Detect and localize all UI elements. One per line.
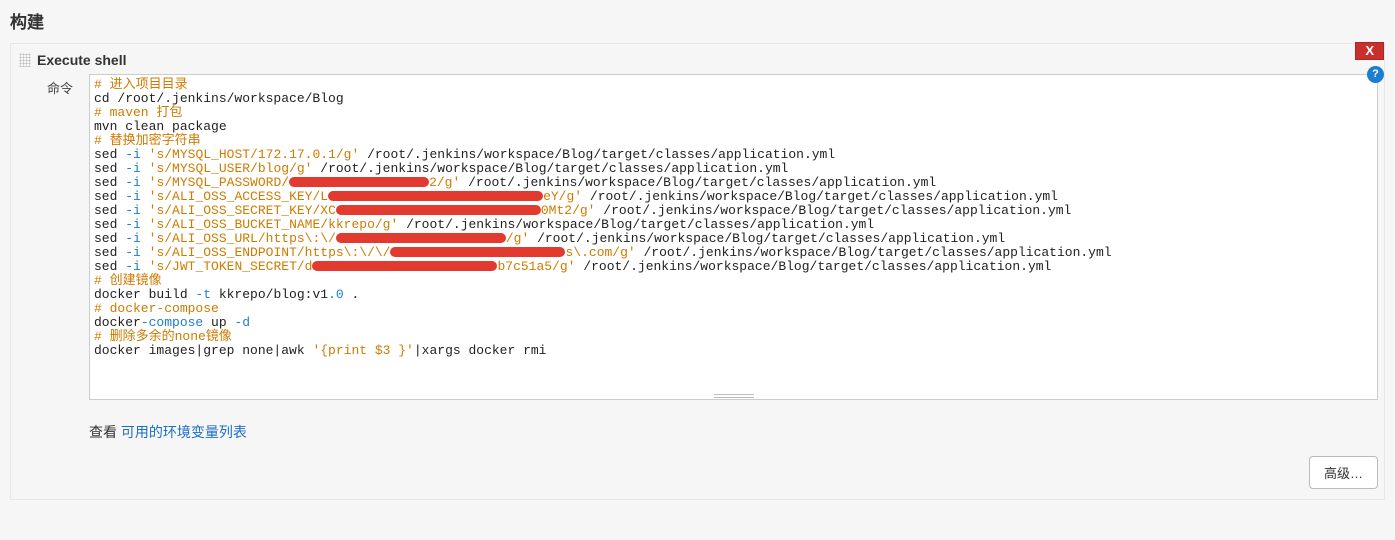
delete-step-button[interactable]: X [1355, 42, 1384, 60]
code-line: # 替换加密字符串 [94, 134, 1373, 148]
redacted-secret [312, 261, 497, 271]
code-line: sed -i 's/MYSQL_HOST/172.17.0.1/g' /root… [94, 148, 1373, 162]
code-line: # maven 打包 [94, 106, 1373, 120]
code-line: docker build -t kkrepo/blog:v1.0 . [94, 288, 1373, 302]
help-icon[interactable]: ? [1367, 66, 1384, 83]
builder-title: Execute shell [37, 52, 127, 68]
env-vars-link[interactable]: 可用的环境变量列表 [121, 424, 247, 440]
code-line: # 删除多余的none镜像 [94, 330, 1373, 344]
code-line: # docker-compose [94, 302, 1373, 316]
help-prefix: 查看 [89, 424, 121, 440]
code-line: sed -i 's/MYSQL_PASSWORD/2/g' /root/.jen… [94, 176, 1373, 190]
code-line: sed -i 's/ALI_OSS_ENDPOINT/https\:\/\/s\… [94, 246, 1373, 260]
build-section: 构建 X ? Execute shell 命令 # 进入项目目录cd /root… [0, 0, 1395, 510]
advanced-button[interactable]: 高级… [1309, 456, 1378, 489]
env-vars-help: 查看 可用的环境变量列表 [89, 422, 1378, 442]
code-line: mvn clean package [94, 120, 1373, 134]
code-line: sed -i 's/JWT_TOKEN_SECRET/db7c51a5/g' /… [94, 260, 1373, 274]
redacted-secret [336, 233, 506, 243]
redacted-secret [328, 191, 543, 201]
code-line: sed -i 's/ALI_OSS_URL/https\:\//g' /root… [94, 232, 1373, 246]
build-step-card: X ? Execute shell 命令 # 进入项目目录cd /root/.j… [10, 43, 1385, 500]
redacted-secret [289, 177, 429, 187]
code-line: cd /root/.jenkins/workspace/Blog [94, 92, 1373, 106]
builder-header: Execute shell [17, 50, 1378, 74]
code-line: sed -i 's/ALI_OSS_SECRET_KEY/XC0Mt2/g' /… [94, 204, 1373, 218]
redacted-secret [336, 205, 541, 215]
code-line: # 进入项目目录 [94, 78, 1373, 92]
command-textarea[interactable]: # 进入项目目录cd /root/.jenkins/workspace/Blog… [89, 74, 1378, 400]
resize-handle-icon[interactable] [714, 392, 754, 398]
drag-handle-icon[interactable] [19, 53, 31, 67]
command-field-label: 命令 [47, 74, 83, 489]
redacted-secret [390, 247, 565, 257]
code-line: sed -i 's/ALI_OSS_ACCESS_KEY/LeY/g' /roo… [94, 190, 1373, 204]
code-line: docker images|grep none|awk '{print $3 }… [94, 344, 1373, 358]
code-line: docker-compose up -d [94, 316, 1373, 330]
section-title: 构建 [10, 6, 1385, 43]
code-line: sed -i 's/MYSQL_USER/blog/g' /root/.jenk… [94, 162, 1373, 176]
code-line: sed -i 's/ALI_OSS_BUCKET_NAME/kkrepo/g' … [94, 218, 1373, 232]
code-line: # 创建镜像 [94, 274, 1373, 288]
